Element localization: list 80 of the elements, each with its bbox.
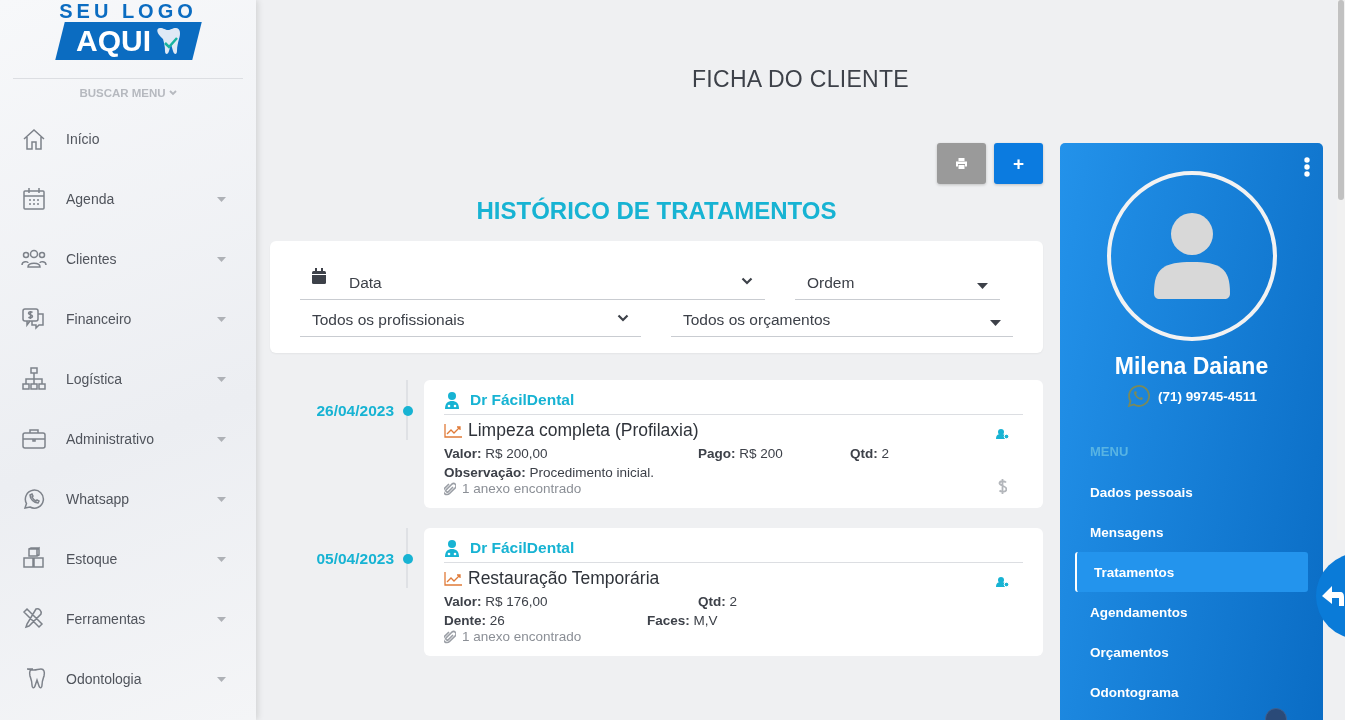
treatment-field: Valor: R$ 176,00 [444,594,698,609]
nav-item[interactable]: Financeiro [0,289,256,349]
treatment-field: Qtd: 2 [698,594,850,609]
nav-label: Logística [66,371,124,387]
client-menu-item[interactable]: Agendamentos [1075,592,1308,632]
nav-label: Odontologia [66,671,143,687]
trend-chart-icon [444,423,462,438]
user-settings-icon[interactable] [996,577,1009,587]
client-menu-item[interactable]: Orçamentos [1075,632,1308,672]
filter-dropdown[interactable]: Todos os profissionais [300,300,641,337]
treatment-field: Observação: Procedimento inicial. [444,465,1023,480]
nav-item[interactable]: Administrativo [0,409,256,469]
trend-chart-icon [444,571,462,586]
whatsapp-icon [1125,384,1150,408]
doctor-icon [444,391,460,409]
nav-item[interactable]: Logística [0,349,256,409]
nav-label: Whatsapp [66,491,131,507]
professional-name: Dr FácilDental [470,391,575,409]
filter-dropdown[interactable]: Todos os orçamentos [671,300,1013,337]
nav-item[interactable]: Agenda [0,169,256,229]
section-title: HISTÓRICO DE TRATAMENTOS [475,197,838,225]
nav-item[interactable]: Ferramentas [0,589,256,649]
treatment-date: 05/04/2023 [316,550,394,568]
treatment-field: Faces: M,V [647,613,1023,628]
more-options-button[interactable] [1303,157,1311,177]
attachment-count: 1 anexo encontrado [462,629,582,644]
treatment-field: Pago: R$ 200 [698,446,850,461]
client-menu-item[interactable]: Odontograma [1075,672,1308,712]
caret-icon [977,283,988,289]
doctor-icon [444,539,460,557]
chevron-icon [741,277,753,285]
client-menu-item[interactable]: Mensagens [1075,512,1308,552]
client-name: Milena Daiane [1114,353,1269,380]
print-button[interactable] [937,143,986,184]
treatment-date: 26/04/2023 [316,402,394,420]
caret-icon [990,320,1001,326]
chevron-icon [168,90,177,96]
nav-label: Início [66,131,101,147]
attachment-count: 1 anexo encontrado [462,481,582,496]
nav-label: Ferramentas [66,611,147,627]
treatment-field: Valor: R$ 200,00 [444,446,698,461]
logo-text: SEU LOGO [59,0,197,22]
user-icon [1153,213,1230,299]
treatment-field: Dente: 26 [444,613,647,628]
nav-item[interactable]: Odontologia [0,649,256,709]
nav-label: Clientes [66,251,118,267]
professional-name: Dr FácilDental [470,539,575,557]
nav-label: Estoque [66,551,119,567]
treatment-title: Limpeza completa (Profilaxia) [468,420,699,441]
nav-label: Agenda [66,191,116,207]
filter-dropdown[interactable]: Ordem [795,263,1000,300]
logo-banner: AQUI [54,22,202,60]
add-button[interactable]: + [994,143,1043,184]
client-phone: (71) 99745-4511 [1157,388,1258,404]
paperclip-icon [444,481,456,496]
page-title: FICHA DO CLIENTE [692,66,909,93]
chevron-icon [617,314,629,322]
nav-item[interactable]: Clientes [0,229,256,289]
treatment-title: Restauração Temporária [468,568,660,589]
kebab-icon [1303,157,1311,177]
client-menu-item[interactable]: Dados pessoais [1075,472,1308,512]
treatment-field: Qtd: 2 [850,446,1023,461]
dollar-icon[interactable] [998,479,1007,494]
printer-icon [956,158,967,169]
nav-item[interactable]: Whatsapp [0,469,256,529]
calendar-icon [312,268,326,284]
org-icon [20,365,48,393]
paperclip-icon [444,629,456,644]
user-settings-icon[interactable] [996,429,1009,439]
timeline-dot [403,406,413,416]
tooth-icon [154,26,181,56]
menu-heading: MENU [1089,444,1130,459]
calendar-icon [20,185,48,213]
nav-label: Administrativo [66,431,155,447]
timeline-dot [403,554,413,564]
nav-label: Financeiro [66,311,133,327]
nav-item[interactable]: Estoque [0,529,256,589]
filter-dropdown[interactable]: Data [300,263,765,300]
back-arrow-icon [1322,585,1344,607]
nav-item[interactable]: Início [0,109,256,169]
